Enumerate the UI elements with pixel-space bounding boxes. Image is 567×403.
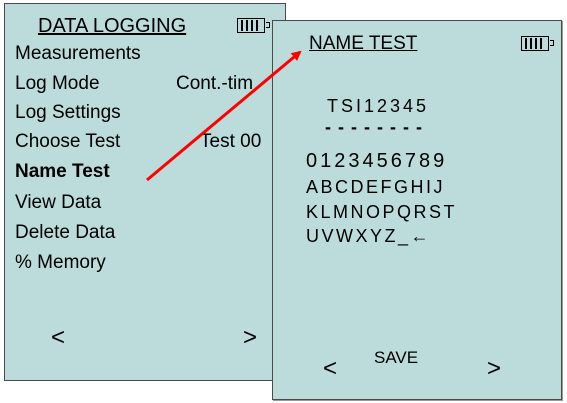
nav-left-arrow[interactable]: < (51, 326, 65, 350)
menu-item-memory[interactable]: % Memory (15, 253, 106, 272)
save-button[interactable]: SAVE (374, 349, 418, 366)
menu-item-name-test[interactable]: Name Test (15, 162, 110, 181)
data-logging-title: DATA LOGGING (38, 15, 187, 37)
character-cursor-dashes: - - - - - - - - (325, 117, 423, 137)
choose-test-value: Test 00 (200, 131, 262, 152)
log-mode-value: Cont.-tim (176, 73, 254, 94)
nav-right-arrow[interactable]: > (243, 326, 257, 350)
character-row-a-j[interactable]: ABCDEFGHIJ (306, 178, 445, 196)
test-name-value: TSI12345 (327, 96, 430, 116)
menu-item-log-mode[interactable]: Log Mode (15, 74, 100, 93)
character-row-u-z[interactable]: UVWXYZ_← (306, 227, 431, 245)
battery-icon (237, 18, 270, 33)
nav-right-arrow[interactable]: > (487, 357, 501, 381)
character-row-k-t[interactable]: KLMNOPQRST (306, 203, 457, 221)
name-test-screen: NAME TEST TSI12345 - - - - - - - - 01234… (272, 20, 562, 400)
menu-item-delete-data[interactable]: Delete Data (15, 223, 115, 242)
menu-item-log-settings[interactable]: Log Settings (15, 103, 121, 122)
name-test-title: NAME TEST (309, 33, 418, 54)
menu-item-measurements[interactable]: Measurements (15, 44, 141, 63)
battery-icon (521, 36, 554, 51)
data-logging-screen: DATA LOGGING Measurements Log Mode Cont.… (4, 3, 286, 381)
nav-left-arrow[interactable]: < (323, 357, 337, 381)
menu-item-choose-test[interactable]: Choose Test (15, 132, 120, 151)
menu-item-view-data[interactable]: View Data (15, 193, 101, 212)
character-row-digits[interactable]: 0123456789 (306, 151, 447, 171)
